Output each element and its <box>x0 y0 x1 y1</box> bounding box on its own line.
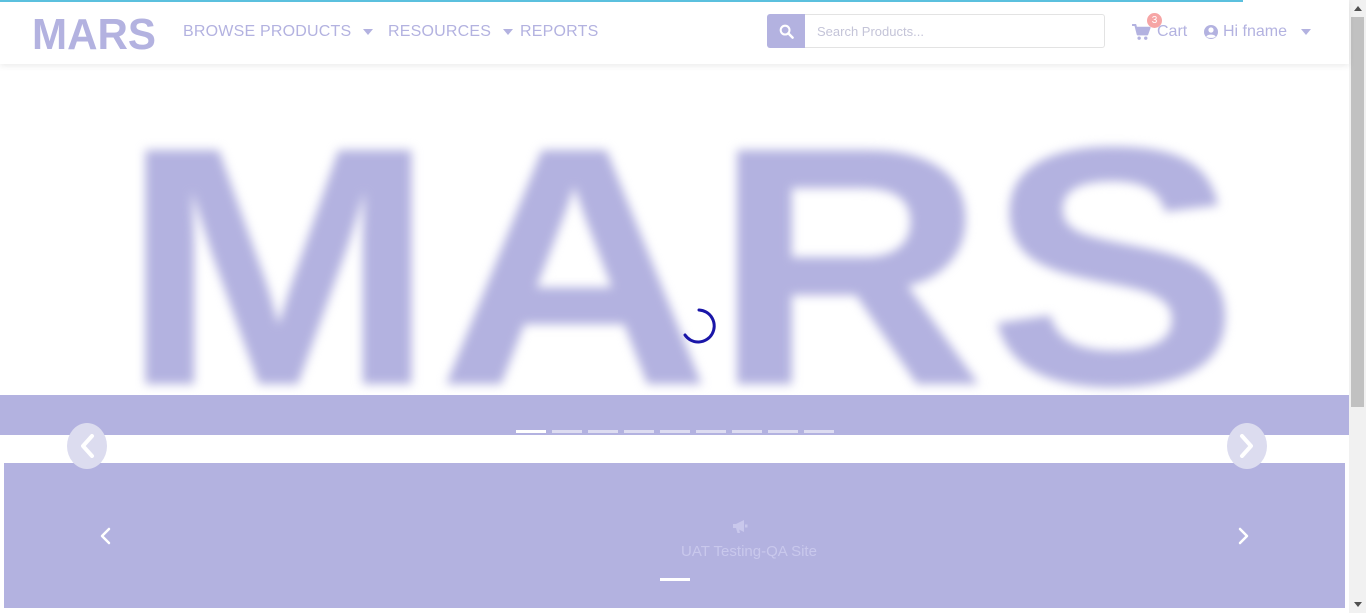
hero-indicator-6[interactable] <box>696 430 726 433</box>
user-circle-icon <box>1204 25 1218 39</box>
hero-indicator-5[interactable] <box>660 430 690 433</box>
caret-down-icon <box>363 29 374 35</box>
user-account-menu[interactable]: Hi fname <box>1203 20 1312 44</box>
caret-down-icon <box>503 29 514 35</box>
hero-indicator-9[interactable] <box>804 430 834 433</box>
hero-indicator-3[interactable] <box>588 430 618 433</box>
nav-resources[interactable]: RESOURCES <box>388 21 514 43</box>
hero-indicator-2[interactable] <box>552 430 582 433</box>
nav-resources-label: RESOURCES <box>388 23 492 40</box>
top-navbar: MARS BROWSE PRODUCTS RESOURCES REPORTS 3… <box>0 0 1349 64</box>
shopping-cart-icon <box>1132 23 1151 40</box>
announcement-text: UAT Testing-QA Site <box>681 543 817 560</box>
search-input[interactable] <box>805 14 1105 48</box>
hero-slide-image: MARS <box>120 94 1240 394</box>
hero-carousel: MARS <box>0 64 1349 435</box>
nav-reports[interactable]: REPORTS <box>520 21 598 43</box>
hero-indicator-8[interactable] <box>768 430 798 433</box>
scroll-up-button[interactable] <box>1349 0 1366 17</box>
scroll-down-arrow-icon <box>1353 602 1362 607</box>
cart-count-badge: 3 <box>1147 13 1162 28</box>
hero-indicator-4[interactable] <box>624 430 654 433</box>
mars-logo[interactable]: MARS <box>32 10 156 54</box>
page-scrollbar[interactable] <box>1349 0 1366 613</box>
svg-text:MARS: MARS <box>32 10 156 54</box>
scrollbar-thumb[interactable] <box>1351 17 1364 407</box>
hero-next-button[interactable] <box>1227 423 1267 469</box>
cart-link[interactable]: 3 Cart <box>1132 13 1188 44</box>
announcement-carousel: UAT Testing-QA Site <box>4 463 1345 608</box>
nav-browse-products-label: BROWSE PRODUCTS <box>183 23 352 40</box>
caret-down-icon <box>1301 29 1312 35</box>
search-icon <box>779 24 794 39</box>
cart-label: Cart <box>1157 23 1188 40</box>
announcement-indicator[interactable] <box>660 578 690 581</box>
loading-spinner-icon <box>683 308 716 344</box>
hero-indicator-1[interactable] <box>516 430 546 433</box>
chevron-left-icon <box>81 434 94 458</box>
scroll-down-button[interactable] <box>1349 596 1366 613</box>
nav-reports-label: REPORTS <box>520 23 599 40</box>
bullhorn-icon <box>733 520 748 533</box>
hero-carousel-indicators <box>516 430 834 433</box>
chevron-right-icon <box>1240 434 1253 458</box>
scroll-up-arrow-icon <box>1353 6 1362 11</box>
svg-text:MARS: MARS <box>120 94 1240 394</box>
page-loading-progress-bar <box>0 0 1244 2</box>
nav-browse-products[interactable]: BROWSE PRODUCTS <box>183 21 374 43</box>
hero-prev-button[interactable] <box>67 423 107 469</box>
hero-indicator-7[interactable] <box>732 430 762 433</box>
hero-caption-band <box>0 395 1349 435</box>
search-button[interactable] <box>767 14 805 48</box>
user-greeting: Hi fname <box>1223 23 1288 40</box>
